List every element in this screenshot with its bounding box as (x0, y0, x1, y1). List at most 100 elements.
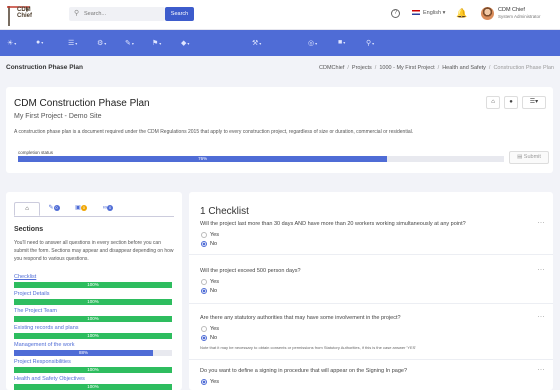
logo-text-line-2: Chief (17, 13, 32, 19)
question-text: Are there any statutory authorities that… (200, 315, 401, 321)
option-label: No (210, 335, 218, 341)
section-item[interactable]: Project Responsibilities 100% (14, 359, 172, 373)
section-progress: 100% (14, 299, 172, 305)
nav-users-icon[interactable]: ●▾ (36, 39, 43, 46)
option-label: Yes (210, 379, 219, 385)
section-progress: 100% (14, 367, 172, 373)
section-progress-fill: 100% (14, 367, 172, 373)
help-icon[interactable]: ? (391, 9, 400, 18)
submit-label: Submit (523, 154, 541, 160)
section-name[interactable]: Project Responsibilities (14, 359, 172, 366)
bell-icon[interactable]: 🔔 (456, 8, 467, 19)
nav-pin-icon[interactable]: ◎▾ (308, 39, 317, 47)
section-item[interactable]: Project Details 100% (14, 291, 172, 305)
more-options-icon[interactable]: ··· (538, 314, 546, 320)
breadcrumb-current: Construction Phase Plan (493, 65, 554, 71)
section-progress-fill: 100% (14, 282, 172, 288)
nav-list-icon[interactable]: ☰▾ (68, 39, 77, 47)
chevron-down-icon: ▾ (442, 10, 446, 16)
plan-subtitle: My First Project - Demo Site (14, 113, 102, 120)
pin-icon: ● (509, 99, 513, 105)
cdm-chief-logo[interactable]: CDM Chief (6, 3, 32, 27)
home-button[interactable]: ⌂ (486, 96, 500, 109)
comment-icon: ✎ (48, 205, 54, 211)
question: Will the project last more than 30 days … (200, 220, 546, 247)
option-no[interactable]: No (200, 335, 545, 341)
search-button[interactable]: Search (165, 7, 194, 21)
section-progress-fill: 100% (14, 316, 172, 322)
tab-attachments[interactable]: ∞ 0 (95, 202, 121, 216)
section-progress-fill: 100% (14, 333, 172, 339)
section-item[interactable]: Checklist 100% (14, 274, 172, 288)
section-name[interactable]: Health and Safety Objectives (14, 376, 172, 383)
option-yes[interactable]: Yes (200, 232, 545, 238)
section-item[interactable]: The Project Team 100% (14, 308, 172, 322)
section-name[interactable]: Project Details (14, 291, 172, 298)
more-options-icon[interactable]: ··· (538, 267, 546, 273)
tab-home[interactable]: ⌂ (14, 202, 40, 216)
radio-no[interactable] (201, 241, 207, 247)
more-options-icon[interactable]: ··· (538, 367, 546, 373)
section-item[interactable]: Health and Safety Objectives 100% (14, 376, 172, 390)
nav-flag-icon[interactable]: ⚑▾ (152, 39, 161, 47)
section-name[interactable]: Existing records and plans (14, 325, 172, 332)
question-text: Do you want to define a signing in proce… (200, 368, 408, 374)
section-progress: 100% (14, 316, 172, 322)
option-no[interactable]: No (200, 288, 545, 294)
nav-cog-icon[interactable]: ⚙▾ (97, 39, 106, 47)
nav-shield-icon[interactable]: ◆▾ (181, 39, 189, 47)
section-name[interactable]: Checklist (14, 274, 172, 281)
more-options-icon[interactable]: ··· (538, 220, 546, 226)
nav-wrench-icon[interactable]: ⚒▾ (252, 39, 261, 47)
question-note: Note that it may be necessary to obtain … (200, 345, 417, 350)
tab-comments[interactable]: ✎ 0 (41, 202, 67, 216)
search-box: ⚲ (69, 7, 165, 21)
section-item[interactable]: Existing records and plans 100% (14, 325, 172, 339)
section-name[interactable]: The Project Team (14, 308, 172, 315)
breadcrumb-cdmchief[interactable]: CDMChief (319, 65, 344, 71)
option-no[interactable]: No (200, 241, 545, 247)
section-progress-fill: 100% (14, 384, 172, 390)
radio-no[interactable] (201, 335, 207, 341)
search-input[interactable] (84, 9, 162, 19)
main-nav-bar: ☀▾ ●▾ ☰▾ ⚙▾ ✎▾ ⚑▾ ◆▾ ⚒▾ ◎▾ ■▾ ⚲▾ (0, 30, 560, 56)
avatar[interactable] (481, 7, 494, 20)
sections-intro: You'll need to answer all questions in e… (14, 240, 174, 262)
section-progress: 88% (14, 350, 172, 356)
submit-button[interactable]: ▤ Submit (509, 151, 549, 164)
search-icon: ⚲ (74, 10, 80, 17)
option-label: Yes (210, 279, 219, 285)
option-yes[interactable]: Yes (200, 279, 545, 285)
radio-yes[interactable] (201, 379, 207, 385)
language-selector[interactable]: English ▾ (412, 10, 445, 16)
user-role: System Administrator (498, 14, 541, 19)
question-text: Will the project last more than 30 days … (200, 221, 466, 227)
section-item[interactable]: Management of the work 88% (14, 342, 172, 356)
menu-button[interactable]: ☰▾ (522, 96, 546, 109)
page-title: Construction Phase Plan (6, 64, 83, 71)
breadcrumb-health-safety[interactable]: Health and Safety (442, 65, 486, 71)
radio-no[interactable] (201, 288, 207, 294)
nav-key-icon[interactable]: ⚲▾ (366, 39, 374, 47)
location-button[interactable]: ● (504, 96, 518, 109)
plan-title: CDM Construction Phase Plan (14, 98, 150, 109)
tab-pictures[interactable]: ▣ 0 (68, 202, 94, 216)
option-yes[interactable]: Yes (200, 379, 545, 385)
option-label: Yes (210, 232, 219, 238)
radio-yes[interactable] (201, 279, 207, 285)
option-label: No (210, 288, 218, 294)
nav-pen-icon[interactable]: ✎▾ (125, 39, 134, 47)
breadcrumb-projects[interactable]: Projects (352, 65, 372, 71)
pictures-badge: 0 (80, 205, 87, 211)
nav-home-icon[interactable]: ☀▾ (7, 39, 16, 47)
option-yes[interactable]: Yes (200, 326, 545, 332)
section-progress: 100% (14, 282, 172, 288)
uk-flag-icon (412, 10, 420, 16)
nav-briefcase-icon[interactable]: ■▾ (338, 39, 345, 46)
breadcrumb-project[interactable]: 1000 - My First Project (379, 65, 434, 71)
radio-yes[interactable] (201, 326, 207, 332)
language-label: English (423, 10, 442, 16)
radio-yes[interactable] (201, 232, 207, 238)
section-progress-fill: 88% (14, 350, 154, 356)
section-name[interactable]: Management of the work (14, 342, 172, 349)
